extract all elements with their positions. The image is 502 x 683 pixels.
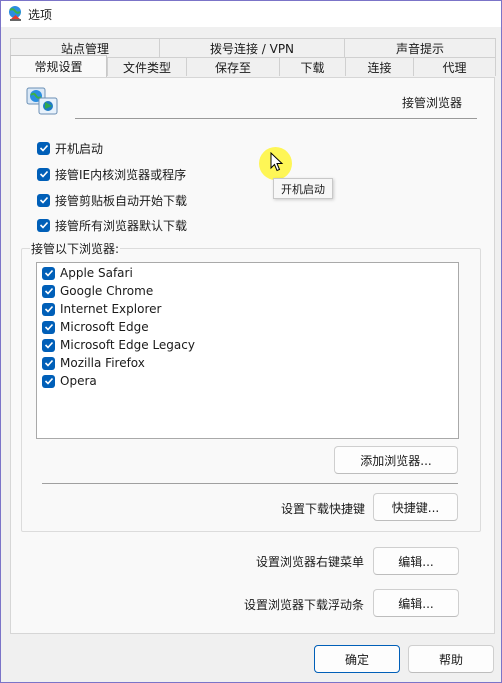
window-title: 选项: [28, 8, 53, 22]
checkbox[interactable]: [37, 141, 50, 155]
checkmark-icon: [39, 196, 48, 204]
option-label: 接管IE内核浏览器或程序: [55, 167, 187, 182]
browser-integration-icon: [26, 87, 58, 115]
list-item[interactable]: Microsoft Edge Legacy: [42, 337, 195, 353]
tooltip: 开机启动: [273, 178, 333, 199]
context-menu-edit-button[interactable]: 编辑...: [373, 547, 459, 575]
ok-button[interactable]: 确定: [314, 645, 400, 673]
mouse-pointer-icon: [270, 152, 284, 172]
tab-download[interactable]: 下载: [279, 57, 346, 76]
checkmark-icon: [44, 287, 53, 295]
option-label: 接管所有浏览器默认下载: [55, 218, 188, 233]
option-label: 开机启动: [55, 141, 104, 156]
tab-dialup-vpn[interactable]: 拨号连接 / VPN: [159, 38, 345, 57]
list-item[interactable]: Apple Safari: [42, 265, 133, 281]
checkmark-icon: [44, 269, 53, 277]
section-title: 接管浏览器: [401, 96, 462, 110]
header-divider: [75, 118, 477, 119]
checkbox[interactable]: [42, 374, 55, 388]
float-bar-edit-button[interactable]: 编辑...: [373, 589, 459, 617]
list-item[interactable]: Internet Explorer: [42, 301, 161, 317]
checkmark-icon: [39, 221, 48, 229]
checkbox[interactable]: [37, 193, 50, 207]
checkbox[interactable]: [42, 356, 55, 370]
float-bar-label: 设置浏览器下载浮动条: [244, 598, 365, 612]
checkbox[interactable]: [42, 338, 55, 352]
checkbox[interactable]: [37, 218, 50, 232]
tab-general[interactable]: 常规设置: [10, 55, 107, 77]
list-item[interactable]: Mozilla Firefox: [42, 355, 145, 371]
tab-proxy[interactable]: 代理: [413, 57, 496, 76]
browser-name: Apple Safari: [60, 266, 133, 280]
option-ie-integration[interactable]: 接管IE内核浏览器或程序: [37, 166, 186, 182]
hotkey-button[interactable]: 快捷键...: [373, 493, 458, 521]
tab-connection[interactable]: 连接: [345, 57, 414, 76]
browser-name: Microsoft Edge Legacy: [60, 338, 195, 352]
option-clipboard[interactable]: 接管剪贴板自动开始下载: [37, 192, 187, 208]
browser-name: Mozilla Firefox: [60, 356, 145, 370]
add-browser-button[interactable]: 添加浏览器...: [334, 446, 458, 474]
checkbox[interactable]: [42, 266, 55, 280]
option-all-browsers[interactable]: 接管所有浏览器默认下载: [37, 217, 187, 233]
list-item[interactable]: Opera: [42, 373, 97, 389]
checkmark-icon: [44, 305, 53, 313]
title-bar: 选项: [1, 1, 501, 27]
checkmark-icon: [44, 359, 53, 367]
tab-sound[interactable]: 声音提示: [344, 38, 496, 57]
browser-name: Microsoft Edge: [60, 320, 149, 334]
context-menu-label: 设置浏览器右键菜单: [256, 555, 365, 569]
browser-name: Opera: [60, 374, 97, 388]
checkmark-icon: [39, 170, 48, 178]
checkbox[interactable]: [42, 320, 55, 334]
checkmark-icon: [44, 323, 53, 331]
checkmark-icon: [44, 377, 53, 385]
browsers-group-label: 接管以下浏览器:: [30, 240, 121, 257]
checkbox[interactable]: [37, 167, 50, 181]
hotkey-label: 设置下载快捷键: [281, 502, 366, 516]
checkbox[interactable]: [42, 284, 55, 298]
list-item[interactable]: Microsoft Edge: [42, 319, 149, 335]
option-autostart[interactable]: 开机启动: [37, 140, 103, 156]
browser-name: Google Chrome: [60, 284, 154, 298]
help-button[interactable]: 帮助: [408, 645, 494, 673]
list-item[interactable]: Google Chrome: [42, 283, 153, 299]
browser-name: Internet Explorer: [60, 302, 162, 316]
checkmark-icon: [39, 144, 48, 152]
group-separator: [42, 483, 458, 484]
options-dialog: 选项 站点管理 拨号连接 / VPN 声音提示 常规设置 文件类型 保存至 下载…: [0, 0, 502, 683]
tab-strip: 站点管理 拨号连接 / VPN 声音提示 常规设置 文件类型 保存至 下载 连接…: [10, 37, 496, 77]
general-settings-panel: 接管浏览器 开机启动 接管IE内核浏览器或程序 接管剪贴板自动开始下载 接管所有…: [10, 77, 495, 634]
checkbox[interactable]: [42, 302, 55, 316]
tab-file-types[interactable]: 文件类型: [107, 57, 187, 76]
app-globe-icon: [9, 6, 21, 21]
browser-list[interactable]: Apple Safari Google Chrome Internet Expl…: [36, 262, 459, 439]
option-label: 接管剪贴板自动开始下载: [55, 193, 188, 208]
checkmark-icon: [44, 341, 53, 349]
tab-save-to[interactable]: 保存至: [186, 57, 280, 76]
